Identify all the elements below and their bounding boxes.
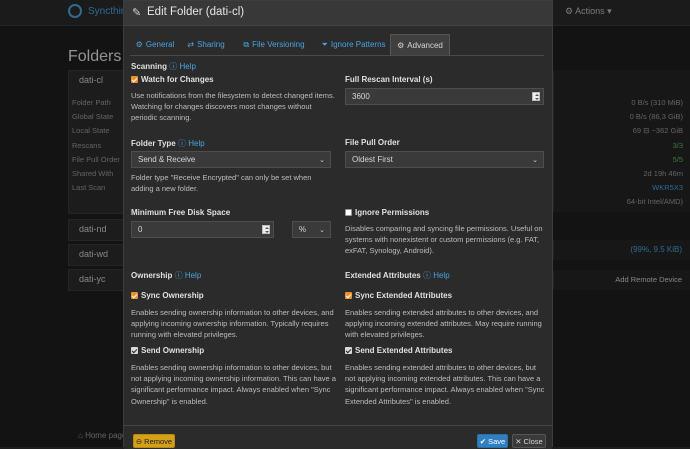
gear-icon: ⚙	[135, 40, 143, 49]
checkbox-checked-disabled-icon	[345, 347, 352, 354]
pencil-icon: ✎	[132, 7, 142, 19]
modal-title: Edit Folder (dati-cl)	[147, 6, 245, 18]
tab-label: General	[145, 40, 175, 49]
pull-order-select[interactable]: Oldest First ⌄	[345, 151, 544, 168]
sync-xattrs-description: Enables sending extended attributes to o…	[345, 308, 542, 340]
pull-order-value: Oldest First	[352, 155, 393, 164]
send-ownership-checkbox[interactable]: Send Ownership	[131, 346, 204, 355]
spinner-icon[interactable]	[262, 225, 270, 234]
sync-ownership-checkbox[interactable]: Sync Ownership	[131, 291, 204, 300]
files-icon: ⧉	[243, 39, 250, 49]
folder-type-text: Folder Type	[131, 139, 176, 148]
min-disk-unit-value: %	[299, 225, 307, 234]
folder-type-value: Send & Receive	[138, 155, 196, 164]
filter-icon: ⏷	[321, 39, 328, 49]
ownership-heading: Ownership ⓘ Help	[131, 270, 201, 281]
tab-label: Sharing	[197, 40, 225, 49]
tab-ignore-patterns[interactable]: ⏷ Ignore Patterns	[317, 34, 390, 55]
tab-file-versioning[interactable]: ⧉ File Versioning	[232, 34, 316, 55]
checkbox-unchecked-icon	[345, 209, 352, 216]
scanning-heading-text: Scanning	[131, 62, 168, 71]
folder-type-label: Folder Type ⓘ Help	[131, 138, 205, 149]
help-label: Help	[188, 139, 205, 148]
modal-header: ✎ Edit Folder (dati-cl)	[124, 1, 552, 26]
tab-divider	[130, 55, 544, 56]
chevron-down-icon: ⌄	[319, 227, 325, 234]
send-ownership-description: Enables sending ownership information to…	[131, 363, 336, 406]
rescan-interval-input[interactable]: 3600	[345, 88, 544, 105]
close-button[interactable]: ✕ Close	[512, 434, 546, 448]
send-xattrs-checkbox[interactable]: Send Extended Attributes	[345, 346, 453, 355]
remove-label: Remove	[144, 436, 173, 446]
rescan-interval-value: 3600	[352, 92, 370, 101]
tab-general[interactable]: ⚙ General	[130, 34, 180, 55]
remove-button[interactable]: ⊖ Remove	[133, 434, 175, 448]
save-label: Save	[488, 436, 506, 446]
min-disk-unit-select[interactable]: % ⌄	[292, 221, 331, 238]
sync-xattrs-label: Sync Extended Attributes	[355, 291, 453, 300]
help-label: Help	[184, 271, 202, 280]
tab-label: Advanced	[407, 40, 443, 50]
folder-type-help-link[interactable]: ⓘ Help	[178, 139, 205, 148]
watch-changes-label: Watch for Changes	[141, 75, 214, 84]
chevron-down-icon: ⌄	[319, 157, 325, 164]
ownership-help-link[interactable]: ⓘ Help	[175, 271, 202, 280]
ownership-heading-text: Ownership	[131, 271, 173, 280]
ignore-permissions-description: Disables comparing and syncing file perm…	[345, 224, 543, 256]
pull-order-label: File Pull Order	[345, 138, 400, 147]
xattrs-heading-text: Extended Attributes	[345, 271, 421, 280]
min-disk-value: 0	[138, 225, 143, 234]
sync-xattrs-checkbox[interactable]: Sync Extended Attributes	[345, 291, 452, 300]
gears-icon: ⚙	[397, 40, 405, 50]
folder-type-description: Folder type "Receive Encrypted" can only…	[131, 173, 312, 194]
check-icon: ✔	[479, 436, 487, 446]
sync-ownership-description: Enables sending ownership information to…	[131, 308, 334, 340]
folder-type-select[interactable]: Send & Receive ⌄	[131, 151, 331, 168]
checkbox-checked-icon	[131, 76, 138, 83]
chevron-down-icon: ⌄	[532, 157, 538, 164]
tab-label: Ignore Patterns	[330, 40, 386, 49]
watch-changes-description: Use notifications from the filesystem to…	[131, 91, 335, 123]
close-label: Close	[523, 436, 543, 446]
min-disk-input[interactable]: 0	[131, 221, 274, 238]
scanning-help-link[interactable]: ⓘ Help	[169, 62, 196, 71]
close-icon: ✕	[515, 436, 522, 446]
sync-ownership-label: Sync Ownership	[141, 291, 204, 300]
send-xattrs-label: Send Extended Attributes	[355, 346, 453, 355]
help-label: Help	[179, 62, 196, 71]
minus-circle-icon: ⊖	[135, 436, 143, 446]
min-disk-label: Minimum Free Disk Space	[131, 208, 231, 217]
edit-folder-modal: ✎ Edit Folder (dati-cl) ⚙ General ⇄ Sharin…	[123, 0, 553, 449]
help-label: Help	[433, 271, 450, 280]
share-icon: ⇄	[187, 40, 195, 49]
ignore-permissions-checkbox[interactable]: Ignore Permissions	[345, 208, 429, 217]
xattrs-heading: Extended Attributes ⓘ Help	[345, 270, 450, 281]
checkbox-checked-disabled-icon	[131, 347, 138, 354]
modal-footer: ⊖ Remove ✔ Save ✕ Close	[124, 425, 552, 449]
tab-advanced[interactable]: ⚙ Advanced	[390, 34, 450, 55]
tab-label: File Versioning	[252, 40, 305, 49]
checkbox-checked-icon	[345, 292, 352, 299]
send-ownership-label: Send Ownership	[141, 346, 205, 355]
rescan-interval-label: Full Rescan Interval (s)	[345, 75, 433, 84]
spinner-icon[interactable]	[532, 92, 540, 101]
tab-sharing[interactable]: ⇄ Sharing	[181, 34, 231, 55]
ignore-permissions-label: Ignore Permissions	[355, 208, 430, 217]
save-button[interactable]: ✔ Save	[477, 434, 508, 448]
xattrs-help-link[interactable]: ⓘ Help	[423, 271, 450, 280]
watch-changes-checkbox[interactable]: Watch for Changes	[131, 75, 214, 84]
checkbox-checked-icon	[131, 292, 138, 299]
scanning-heading: Scanning ⓘ Help	[131, 61, 196, 72]
send-xattrs-description: Enables sending extended attributes to o…	[345, 363, 545, 406]
